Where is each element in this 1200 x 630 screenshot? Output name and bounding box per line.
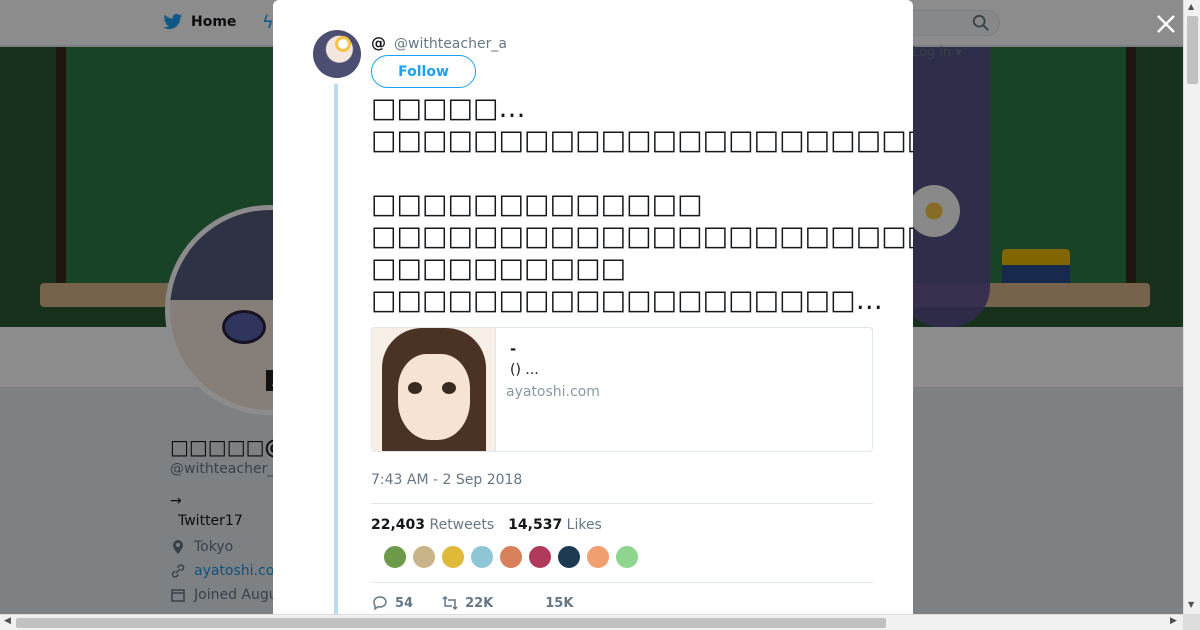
author-handle[interactable]: @withteacher_a [394, 36, 507, 52]
retweet-icon [442, 595, 458, 611]
liker-avatar[interactable] [441, 545, 465, 569]
link-card-description: () ... [510, 362, 539, 378]
liker-avatar[interactable] [412, 545, 436, 569]
liker-avatar[interactable] [557, 545, 581, 569]
divider [371, 582, 873, 583]
tweet-author[interactable]: @ @withteacher_a [371, 34, 507, 52]
avatar-flower [335, 36, 351, 52]
link-card-title: - [510, 340, 517, 358]
reply-count: 54 [395, 595, 414, 611]
liker-avatar[interactable] [499, 545, 523, 569]
liker-avatar[interactable] [615, 545, 639, 569]
horizontal-scrollbar[interactable]: ◀ ▶ [0, 614, 1183, 630]
scrollbar-corner [1183, 614, 1200, 630]
close-modal-button[interactable] [1154, 12, 1178, 36]
divider [371, 503, 873, 504]
retweets-count: 22,403 [371, 517, 426, 533]
follow-button[interactable]: Follow [371, 55, 476, 88]
card-art-eye [408, 382, 422, 394]
reply-icon [373, 596, 387, 611]
liker-avatar[interactable] [528, 545, 552, 569]
retweet-button[interactable]: 22K [441, 594, 493, 612]
liker-avatar[interactable] [586, 545, 610, 569]
author-name[interactable]: @ [371, 34, 386, 52]
tweet-timestamp[interactable]: 7:43 AM - 2 Sep 2018 [371, 472, 522, 488]
scroll-up-arrow-icon[interactable]: ▲ [1188, 2, 1194, 11]
scroll-right-arrow-icon[interactable]: ▶ [1170, 616, 1177, 626]
liker-avatars [383, 545, 639, 569]
like-button[interactable]: 15K [521, 594, 573, 612]
scroll-down-arrow-icon[interactable]: ▼ [1188, 600, 1194, 609]
card-art-face [398, 354, 470, 440]
tweet-stats: 22,403 Retweets 14,537 Likes [371, 517, 602, 533]
like-count: 15K [545, 595, 574, 611]
link-card[interactable]: - () ... ayatoshi.com [371, 327, 873, 452]
thread-line [334, 84, 338, 614]
reply-button[interactable]: 54 [371, 594, 413, 612]
retweets-label: Retweets [429, 517, 495, 533]
vertical-scrollbar[interactable]: ▲ ▼ [1183, 0, 1200, 614]
horizontal-scroll-thumb[interactable] [16, 618, 886, 628]
tweet-author-avatar[interactable] [313, 30, 361, 78]
card-art-eye [442, 382, 456, 394]
scroll-left-arrow-icon[interactable]: ◀ [4, 616, 11, 626]
liker-avatar[interactable] [470, 545, 494, 569]
likes-count: 14,537 [508, 517, 563, 533]
link-card-image [372, 328, 496, 451]
heart-icon [521, 594, 539, 612]
liker-avatar[interactable] [383, 545, 407, 569]
retweet-count: 22K [465, 595, 494, 611]
likes-label: Likes [566, 517, 602, 533]
tweet-actions: 54 22K 15K [371, 594, 601, 612]
retweets-stat[interactable]: 22,403 Retweets [371, 517, 494, 533]
likes-stat[interactable]: 14,537 Likes [508, 517, 602, 533]
tweet-modal: @ @withteacher_a Follow □□□□□… □□□□□□□□□… [273, 0, 913, 614]
vertical-scroll-thumb[interactable] [1187, 16, 1198, 84]
tweet-text: □□□□□… □□□□□□□□□□□□□□□□□□□□□ □□□□□□□□□□□□… [371, 93, 913, 316]
link-card-domain: ayatoshi.com [506, 384, 600, 400]
close-icon [1157, 15, 1175, 33]
